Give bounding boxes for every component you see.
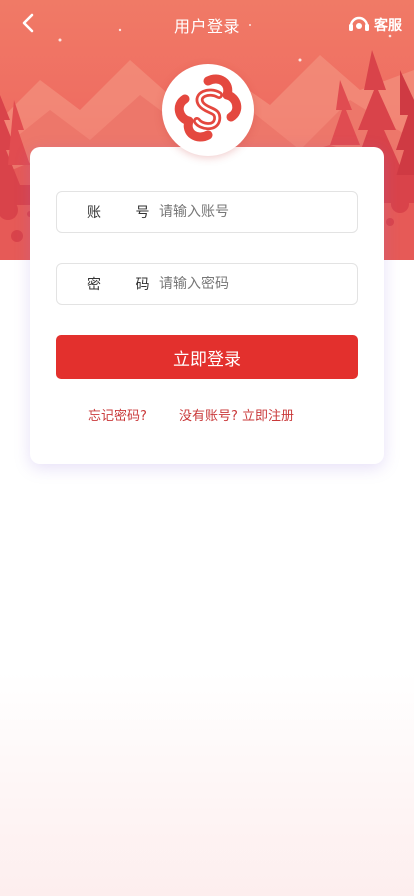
- password-label: 密 码: [87, 277, 165, 293]
- login-card: 账 号 密 码 立即登录 忘记密码? 没有账号? 立即注册: [30, 147, 384, 464]
- account-input[interactable]: [157, 204, 339, 220]
- brand-logo-icon: [171, 71, 245, 149]
- top-nav-bar: 用户登录 客服: [0, 0, 414, 50]
- login-button[interactable]: 立即登录: [56, 335, 358, 379]
- password-field: 密 码: [56, 263, 358, 305]
- forgot-password-link[interactable]: 忘记密码?: [88, 405, 147, 424]
- customer-service-button[interactable]: 客服: [348, 12, 402, 38]
- account-label: 账 号: [87, 205, 165, 221]
- page-title: 用户登录: [173, 17, 240, 36]
- headset-icon: [348, 13, 370, 37]
- service-label: 客服: [374, 18, 402, 34]
- logo-circle: [162, 64, 254, 156]
- back-button[interactable]: [14, 12, 42, 38]
- chevron-left-icon: [21, 13, 35, 37]
- password-input[interactable]: [157, 276, 339, 292]
- auth-links: 忘记密码? 没有账号? 立即注册: [30, 405, 384, 425]
- register-link[interactable]: 没有账号? 立即注册: [179, 405, 294, 424]
- account-field: 账 号: [56, 191, 358, 233]
